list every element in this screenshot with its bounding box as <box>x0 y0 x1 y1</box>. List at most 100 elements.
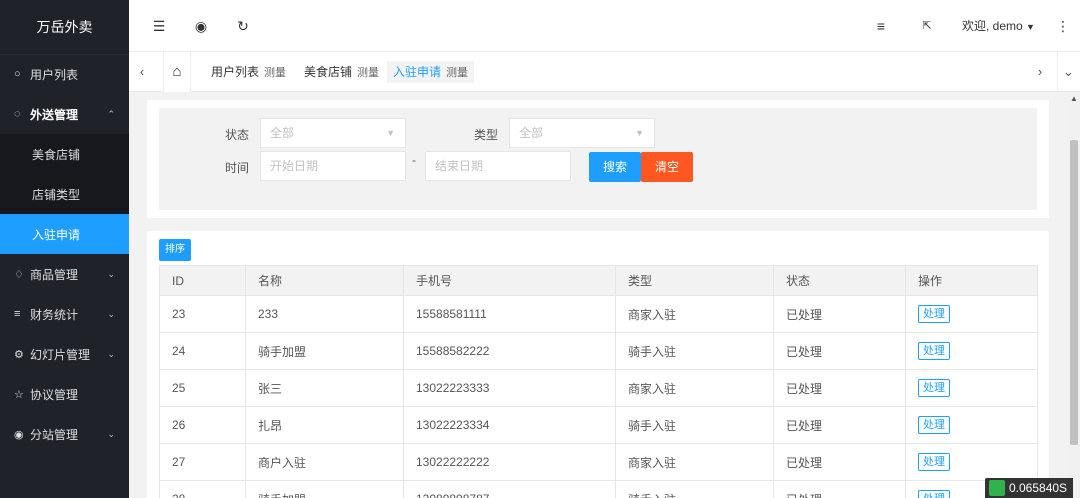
table-row: 24 骑手加盟 15588582222 骑手入驻 已处理 处理 <box>159 332 1038 370</box>
type-label: 类型 <box>473 128 498 142</box>
tabs-prev-icon[interactable]: ‹ <box>131 52 153 92</box>
sidebar-submenu-delivery: 美食店铺 店铺类型 入驻申请 <box>0 134 129 254</box>
process-button[interactable]: 处理 <box>918 416 950 434</box>
cell-id: 23 <box>159 295 246 333</box>
sidebar-item-shop-types[interactable]: 店铺类型 <box>0 174 129 214</box>
caret-down-icon: ▼ <box>635 128 644 138</box>
perf-badge[interactable]: 0.065840S <box>985 478 1074 498</box>
process-button[interactable]: 处理 <box>918 342 950 360</box>
sidebar-item-label: 分站管理 <box>30 427 79 442</box>
cell-type: 骑手入驻 <box>615 406 774 444</box>
scrollbar-thumb[interactable] <box>1070 140 1078 445</box>
cell-name: 骑手加盟 <box>245 332 404 370</box>
globe-icon[interactable]: ◉ <box>189 0 213 52</box>
process-button[interactable]: 处理 <box>918 305 950 323</box>
tabs-next-icon[interactable]: › <box>1029 52 1051 92</box>
tabs-menu-icon[interactable]: ⌄ <box>1057 52 1079 92</box>
chevron-down-icon: ⌄ <box>107 428 115 439</box>
filter-panel: 状态 全部 ▼ 类型 全部 ▼ 时间 开始日期 - 结束日期 搜索 清空 <box>159 108 1037 210</box>
column-header-name[interactable]: 名称 <box>245 265 404 296</box>
sidebar-item-label: 商品管理 <box>30 267 79 282</box>
sidebar-item-products[interactable]: ♢ 商品管理 ⌄ <box>0 254 129 294</box>
sidebar-item-delivery[interactable]: ◌ 外送管理 ⌃ <box>0 94 129 134</box>
process-button[interactable]: 处理 <box>918 453 950 471</box>
status-label: 状态 <box>224 128 249 142</box>
cell-phone: 13022222222 <box>403 443 616 481</box>
table-row: 23 233 15588581111 商家入驻 已处理 处理 <box>159 295 1038 333</box>
cell-status: 已处理 <box>773 332 906 370</box>
sidebar-item-label: 协议管理 <box>30 387 79 402</box>
sidebar-item-finance[interactable]: ≡ 财务统计 ⌄ <box>0 294 129 334</box>
process-button[interactable]: 处理 <box>918 379 950 397</box>
clear-button[interactable]: 清空 <box>641 152 694 182</box>
column-header-id[interactable]: ID <box>159 265 246 296</box>
cell-id: 28 <box>159 480 246 498</box>
tab-user-list[interactable]: 用户列表 测量 <box>205 61 293 83</box>
tabs-bar: ‹ ⌂ 用户列表 测量 美食店铺 测量 入驻申请 测量 › ⌄ <box>129 52 1080 92</box>
tab-close[interactable]: 测量 <box>264 67 286 79</box>
search-button[interactable]: 搜索 <box>589 152 642 182</box>
app-logo[interactable]: 万岳外卖 <box>0 0 129 54</box>
cell-phone: 13022223333 <box>403 369 616 407</box>
column-header-type[interactable]: 类型 <box>615 265 774 296</box>
cell-status: 已处理 <box>773 480 906 498</box>
table-row: 26 扎昂 13022223334 骑手入驻 已处理 处理 <box>159 406 1038 444</box>
type-select[interactable]: 全部 ▼ <box>509 118 655 148</box>
notes-icon[interactable]: ≡ <box>869 0 893 52</box>
fullscreen-icon[interactable]: ⇱ <box>915 0 939 52</box>
tab-close[interactable]: 测量 <box>357 67 379 79</box>
table-row: 25 张三 13022223333 商家入驻 已处理 处理 <box>159 369 1038 407</box>
cell-actions: 处理 <box>905 295 1038 333</box>
main-content: 状态 全部 ▼ 类型 全部 ▼ 时间 开始日期 - 结束日期 搜索 清空 排序 <box>129 92 1068 498</box>
more-icon[interactable]: ⋮ <box>1051 0 1075 52</box>
type-select-value: 全部 <box>519 126 544 140</box>
sidebar-item-label: 财务统计 <box>30 307 79 322</box>
home-icon[interactable]: ⌂ <box>163 52 191 92</box>
end-date-input[interactable]: 结束日期 <box>425 151 571 181</box>
sidebar-item-label: 幻灯片管理 <box>30 347 91 362</box>
applications-table: ID 名称 手机号 类型 状态 操作 23 233 15588581111 商家… <box>159 265 1038 498</box>
sidebar-item-label: 外送管理 <box>30 107 79 122</box>
filter-card: 状态 全部 ▼ 类型 全部 ▼ 时间 开始日期 - 结束日期 搜索 清空 <box>147 100 1049 218</box>
scroll-up-icon[interactable]: ▲ <box>1068 94 1080 103</box>
welcome-text: 欢迎, demo <box>962 19 1023 33</box>
process-button[interactable]: 处理 <box>918 490 950 498</box>
tab-label: 用户列表 <box>211 65 260 79</box>
sidebar-item-users[interactable]: ○ 用户列表 <box>0 54 129 94</box>
user-icon: ○ <box>14 68 21 80</box>
column-header-phone[interactable]: 手机号 <box>403 265 616 296</box>
start-date-placeholder: 开始日期 <box>270 159 319 173</box>
sidebar-item-branches[interactable]: ◉ 分站管理 ⌄ <box>0 414 129 454</box>
vertical-scrollbar[interactable]: ▲ <box>1068 92 1080 498</box>
status-select[interactable]: 全部 ▼ <box>260 118 406 148</box>
chevron-up-icon: ⌃ <box>107 108 115 119</box>
sort-button[interactable]: 排序 <box>159 239 191 261</box>
cell-status: 已处理 <box>773 369 906 407</box>
top-header: ☰ ◉ ↻ ≡ ⇱ 欢迎, demo ▼ ⋮ <box>129 0 1080 52</box>
status-select-value: 全部 <box>270 126 295 140</box>
refresh-icon[interactable]: ↻ <box>231 0 255 52</box>
cell-id: 26 <box>159 406 246 444</box>
sidebar-item-food-shops[interactable]: 美食店铺 <box>0 134 129 174</box>
menu-toggle-icon[interactable]: ☰ <box>147 0 171 52</box>
sidebar-item-label: 美食店铺 <box>32 147 81 162</box>
cell-actions: 处理 <box>905 369 1038 407</box>
cell-type: 骑手入驻 <box>615 480 774 498</box>
cell-actions: 处理 <box>905 406 1038 444</box>
tab-applications[interactable]: 入驻申请 测量 <box>387 61 475 83</box>
cell-actions: 处理 <box>905 443 1038 481</box>
tab-close[interactable]: 测量 <box>446 67 468 79</box>
table-header-row: ID 名称 手机号 类型 状态 操作 <box>159 265 1038 296</box>
user-menu[interactable]: 欢迎, demo ▼ <box>962 0 1035 52</box>
start-date-input[interactable]: 开始日期 <box>260 151 406 181</box>
date-range-dash: - <box>412 153 416 167</box>
sidebar-item-slides[interactable]: ⚙ 幻灯片管理 ⌄ <box>0 334 129 374</box>
sidebar-item-agreements[interactable]: ☆ 协议管理 <box>0 374 129 414</box>
column-header-status[interactable]: 状态 <box>773 265 906 296</box>
sidebar-item-label: 用户列表 <box>30 67 79 82</box>
star-icon: ☆ <box>14 388 24 401</box>
sidebar-item-applications[interactable]: 入驻申请 <box>0 214 129 254</box>
chevron-down-icon: ⌄ <box>107 348 115 359</box>
end-date-placeholder: 结束日期 <box>435 159 484 173</box>
tab-food-shops[interactable]: 美食店铺 测量 <box>298 61 386 83</box>
